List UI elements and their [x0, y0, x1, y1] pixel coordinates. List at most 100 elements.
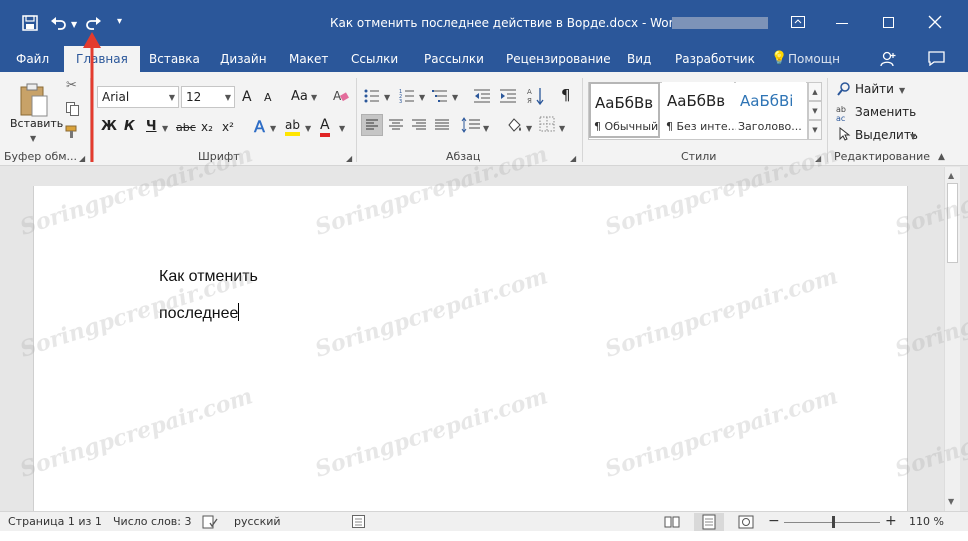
borders-dropdown-icon[interactable]: ▼	[559, 124, 565, 133]
format-painter-icon[interactable]	[65, 125, 79, 139]
cut-icon[interactable]: ✂	[66, 78, 77, 93]
numbering-dropdown-icon[interactable]: ▼	[419, 93, 425, 102]
paste-dropdown-icon[interactable]: ▼	[30, 134, 36, 143]
styles-launcher-icon[interactable]: ◢	[815, 154, 821, 163]
zoom-in-button[interactable]: +	[885, 513, 897, 529]
word-count[interactable]: Число слов: 3	[113, 515, 192, 528]
highlight-button[interactable]: ab	[285, 118, 300, 136]
font-color-dropdown-icon[interactable]: ▼	[339, 124, 345, 133]
styles-scroll-up-icon[interactable]: ▲	[808, 82, 822, 101]
paste-icon[interactable]	[18, 82, 50, 118]
tab-view[interactable]: Вид	[627, 46, 651, 72]
undo-dropdown-icon[interactable]: ▼	[71, 20, 77, 29]
bold-button[interactable]: Ж	[101, 119, 117, 134]
undo-icon[interactable]	[50, 15, 68, 31]
tab-developer[interactable]: Разработчик	[675, 46, 755, 72]
zoom-slider-thumb[interactable]	[832, 516, 835, 528]
font-color-button[interactable]: A	[320, 117, 330, 137]
tab-mailings[interactable]: Рассылки	[424, 46, 484, 72]
scroll-down-icon[interactable]: ▼	[948, 497, 954, 506]
customize-toolbar-icon[interactable]: ▾	[117, 16, 122, 27]
show-formatting-marks-button[interactable]: ¶	[561, 86, 571, 104]
tab-review[interactable]: Рецензирование	[506, 46, 611, 72]
share-user-icon[interactable]	[880, 51, 896, 67]
align-left-button[interactable]	[361, 114, 383, 136]
find-dropdown-icon[interactable]: ▼	[899, 86, 905, 95]
sort-icon[interactable]: AЯ	[527, 86, 545, 106]
bullets-dropdown-icon[interactable]: ▼	[384, 93, 390, 102]
justify-icon[interactable]	[433, 116, 451, 134]
superscript-button[interactable]: x²	[222, 120, 234, 134]
ribbon-display-options-icon[interactable]	[791, 16, 805, 28]
find-icon[interactable]	[837, 82, 851, 96]
select-dropdown-icon[interactable]: ▼	[910, 132, 916, 141]
print-layout-button[interactable]	[694, 513, 724, 531]
tab-insert[interactable]: Вставка	[149, 46, 200, 72]
increase-indent-icon[interactable]	[499, 88, 517, 104]
language-indicator[interactable]: русский	[234, 515, 281, 528]
tab-references[interactable]: Ссылки	[351, 46, 398, 72]
change-case-dropdown-icon[interactable]: ▼	[311, 93, 317, 102]
tab-design[interactable]: Дизайн	[220, 46, 267, 72]
minimize-icon[interactable]	[836, 23, 848, 24]
strikethrough-button[interactable]: abc	[176, 121, 196, 134]
style-no-spacing[interactable]: АаБбВв ¶ Без инте...	[662, 82, 738, 138]
paragraph-launcher-icon[interactable]: ◢	[570, 154, 576, 163]
multilevel-list-icon[interactable]	[432, 88, 448, 104]
copy-icon[interactable]	[66, 102, 79, 116]
line-spacing-dropdown-icon[interactable]: ▼	[483, 124, 489, 133]
vertical-scrollbar[interactable]: ▲ ▼	[944, 167, 960, 511]
font-launcher-icon[interactable]: ◢	[346, 154, 352, 163]
line-spacing-icon[interactable]	[461, 116, 481, 134]
collapse-ribbon-icon[interactable]: ▲	[938, 152, 945, 162]
replace-icon[interactable]: ab ac	[836, 104, 852, 123]
font-name-input[interactable]: Arial ▼	[97, 86, 179, 108]
read-mode-icon[interactable]	[664, 515, 680, 529]
multilevel-dropdown-icon[interactable]: ▼	[452, 93, 458, 102]
align-right-icon[interactable]	[410, 116, 428, 134]
font-size-input[interactable]: 12 ▼	[181, 86, 235, 108]
proofing-icon[interactable]	[202, 515, 218, 529]
style-heading[interactable]: АаБбВі Заголово...	[736, 82, 806, 138]
styles-scroll-down-icon[interactable]: ▼	[808, 101, 822, 120]
shrink-font-button[interactable]: A	[264, 91, 272, 104]
save-icon[interactable]	[22, 15, 38, 31]
tab-layout[interactable]: Макет	[289, 46, 328, 72]
shading-dropdown-icon[interactable]: ▼	[526, 124, 532, 133]
select-icon[interactable]	[839, 126, 851, 141]
italic-button[interactable]: К	[124, 119, 135, 134]
text-effects-dropdown-icon[interactable]: ▼	[270, 124, 276, 133]
shading-icon[interactable]	[505, 116, 523, 134]
scroll-thumb[interactable]	[947, 183, 958, 263]
macro-recording-icon[interactable]	[352, 515, 365, 528]
tab-file[interactable]: Файл	[16, 46, 49, 72]
numbering-icon[interactable]: 123	[399, 88, 415, 105]
find-button[interactable]: Найти	[855, 82, 894, 96]
web-layout-icon[interactable]	[738, 515, 754, 529]
clear-formatting-icon[interactable]: A	[333, 88, 349, 104]
close-icon[interactable]	[928, 15, 942, 29]
align-center-icon[interactable]	[387, 116, 405, 134]
borders-icon[interactable]	[539, 116, 555, 132]
document-page[interactable]: Как отменить последнее	[33, 186, 908, 516]
scroll-up-icon[interactable]: ▲	[948, 171, 954, 180]
text-effects-button[interactable]: A	[254, 117, 265, 137]
subscript-button[interactable]: x₂	[201, 120, 213, 134]
grow-font-button[interactable]: A	[242, 89, 252, 105]
style-normal[interactable]: АаБбВв ¶ Обычный	[589, 82, 660, 138]
select-button[interactable]: Выделить	[855, 128, 918, 142]
comments-icon[interactable]	[928, 51, 945, 67]
styles-more-icon[interactable]: ▼	[808, 120, 822, 140]
paste-button[interactable]: Вставить	[10, 117, 63, 130]
maximize-icon[interactable]	[883, 17, 894, 28]
font-name-dropdown-icon[interactable]: ▼	[169, 88, 175, 108]
font-size-dropdown-icon[interactable]: ▼	[225, 88, 231, 108]
redo-icon[interactable]	[84, 15, 102, 31]
change-case-button[interactable]: Aa	[291, 89, 308, 104]
page-count[interactable]: Страница 1 из 1	[8, 515, 102, 528]
bullets-icon[interactable]	[364, 88, 380, 104]
underline-button[interactable]: Ч	[146, 119, 157, 134]
highlight-dropdown-icon[interactable]: ▼	[305, 124, 311, 133]
tell-me-search[interactable]: Помощн	[788, 46, 840, 72]
replace-button[interactable]: Заменить	[855, 105, 916, 119]
